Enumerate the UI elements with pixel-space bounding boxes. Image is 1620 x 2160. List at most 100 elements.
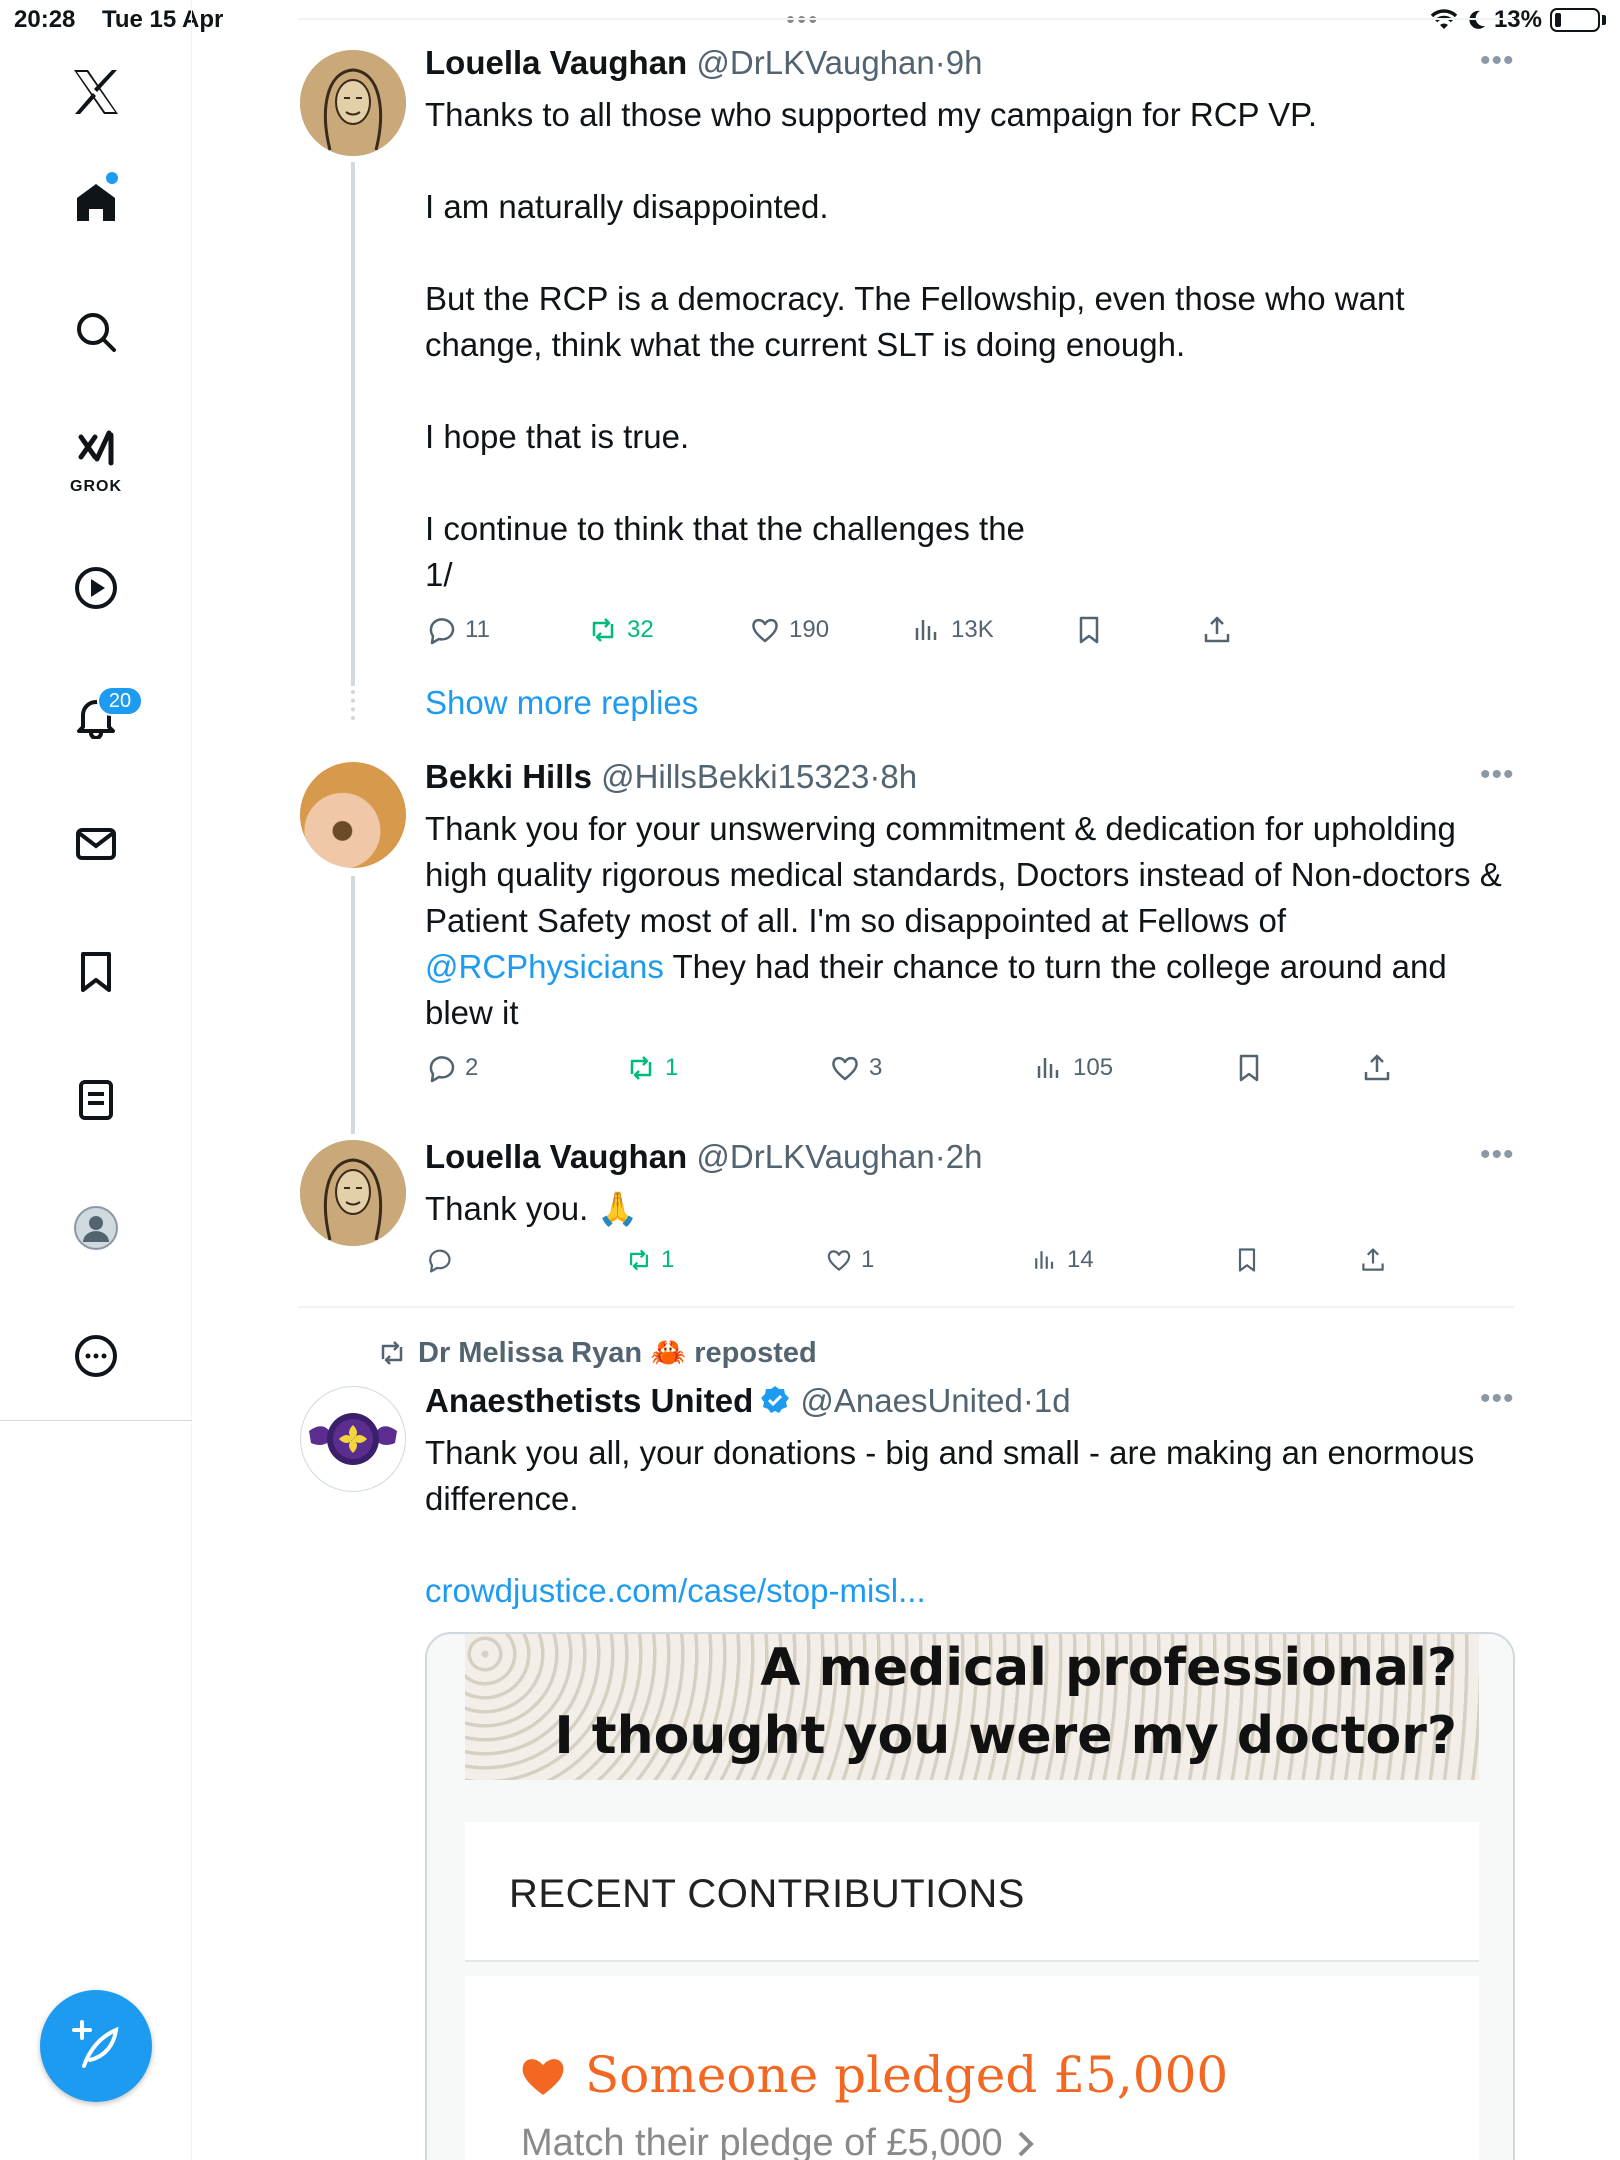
tweet-time[interactable]: 9h [946, 44, 983, 81]
banner-headline-line: A medical professional? [760, 1638, 1457, 1698]
repost-button[interactable]: 32 [587, 614, 654, 646]
thread-connector-dotted [351, 690, 355, 720]
like-button[interactable]: 1 [825, 1246, 874, 1274]
share-button[interactable] [1359, 1246, 1387, 1274]
heart-icon [752, 618, 778, 643]
author-name[interactable]: Louella Vaughan [425, 44, 687, 81]
repost-button[interactable]: 1 [625, 1052, 678, 1084]
author-handle[interactable]: @DrLKVaughan [696, 1138, 934, 1175]
grok-icon[interactable] [66, 420, 126, 480]
repost-icon [630, 1249, 648, 1271]
tweet-text: Thanks to all those who supported my cam… [425, 96, 1405, 593]
verified-badge-icon [761, 1386, 790, 1413]
card-heading: RECENT CONTRIBUTIONS [509, 1872, 1025, 1916]
repost-button[interactable]: 1 [625, 1246, 674, 1274]
like-button[interactable]: 3 [829, 1052, 882, 1084]
external-link[interactable]: crowdjustice.com/case/stop-misl... [425, 1568, 1515, 1614]
battery-icon [1550, 8, 1600, 32]
battery-cap [1602, 15, 1606, 25]
anaesthetists-united-logo [309, 1413, 397, 1465]
tweet-more-button[interactable]: ••• [1480, 1138, 1515, 1172]
lists-icon[interactable] [66, 1070, 126, 1130]
home-unread-dot [106, 172, 118, 184]
views-button[interactable]: 14 [1031, 1246, 1094, 1274]
bookmark-icon [1079, 616, 1099, 644]
like-count: 1 [861, 1246, 875, 1273]
sidebar-nav: GROK 20 [0, 0, 192, 2160]
author-handle[interactable]: @DrLKVaughan [696, 44, 934, 81]
feather-plus-icon [72, 2020, 119, 2068]
author-handle[interactable]: @AnaesUnited [800, 1382, 1022, 1419]
author-handle[interactable]: @HillsBekki15323 [601, 758, 869, 795]
moon-icon [1469, 10, 1485, 29]
notification-count-badge: 20 [97, 686, 143, 716]
repost-icon [381, 1341, 403, 1365]
views-button[interactable]: 13K [911, 614, 994, 646]
sidebar-divider [0, 1420, 192, 1421]
avatar[interactable] [300, 1386, 406, 1492]
tweet-more-button[interactable]: ••• [1480, 44, 1515, 78]
separator-dot: · [934, 44, 946, 81]
tweet-text: Thank you for your unswerving commitment… [425, 806, 1515, 1036]
card-pledge-panel: Someone pledged £5,000 Match their pledg… [465, 1976, 1479, 2160]
tweet-header: Bekki Hills @HillsBekki15323·8h [425, 758, 917, 796]
x-logo-icon[interactable] [66, 62, 126, 122]
link-preview-card[interactable]: A medical professional? I thought you we… [425, 1632, 1515, 2160]
avatar[interactable] [300, 50, 406, 156]
like-button[interactable]: 190 [749, 614, 829, 646]
share-button[interactable] [1201, 614, 1233, 646]
avatar[interactable] [300, 762, 406, 868]
profile-avatar-icon[interactable] [66, 1198, 126, 1258]
heart-icon [832, 1056, 858, 1081]
views-button[interactable]: 105 [1033, 1052, 1113, 1084]
status-bar: 20:28 Tue 15 Apr ••• 13% [0, 0, 1620, 40]
messages-envelope-icon[interactable] [66, 814, 126, 874]
heart-icon [827, 1250, 851, 1271]
tweet-header: Anaesthetists United @AnaesUnited·1d [425, 1382, 1071, 1420]
bookmark-button[interactable] [1233, 1246, 1261, 1274]
views-chart-icon [915, 620, 937, 640]
battery-percent: 13% [1493, 6, 1542, 33]
bookmark-button[interactable] [1073, 614, 1105, 646]
avatar[interactable] [300, 1140, 406, 1246]
mention-link[interactable]: @RCPhysicians [425, 948, 664, 985]
card-banner-image: A medical professional? I thought you we… [465, 1634, 1479, 1780]
grok-label: GROK [70, 478, 122, 495]
tweet-text-part: Thank you for your unswerving commitment… [425, 810, 1511, 939]
repost-attribution[interactable]: Dr Melissa Ryan 🦀 reposted [376, 1336, 817, 1370]
tweet-divider [298, 1306, 1514, 1308]
reply-icon [429, 618, 455, 645]
compose-post-button[interactable] [40, 1990, 152, 2102]
match-pledge-link[interactable]: Match their pledge of £5,000 [521, 2122, 1037, 2160]
match-pledge-text: Match their pledge of £5,000 [521, 2122, 1003, 2160]
author-name[interactable]: Anaesthetists United [425, 1382, 753, 1419]
share-icon [1204, 616, 1230, 643]
bookmark-icon [1238, 1248, 1256, 1272]
more-options-icon[interactable] [66, 1326, 126, 1386]
video-play-icon[interactable] [66, 558, 126, 618]
pledge-line: Someone pledged £5,000 [519, 2046, 1228, 2104]
tweet-header: Louella Vaughan @DrLKVaughan·9h [425, 44, 982, 82]
thread-connector [351, 162, 355, 686]
tweet-more-button[interactable]: ••• [1480, 1382, 1515, 1416]
separator-dot: · [1022, 1382, 1034, 1419]
reply-button[interactable]: 11 [425, 614, 490, 646]
bookmarks-icon[interactable] [66, 942, 126, 1002]
author-name[interactable]: Bekki Hills [425, 758, 592, 795]
heart-icon [522, 2059, 564, 2095]
repost-count: 1 [665, 1054, 679, 1081]
tweet-time[interactable]: 1d [1034, 1382, 1071, 1419]
show-more-replies-link[interactable]: Show more replies [425, 684, 698, 722]
reply-button[interactable]: 2 [425, 1052, 478, 1084]
author-name[interactable]: Louella Vaughan [425, 1138, 687, 1175]
tweet-time[interactable]: 2h [946, 1138, 983, 1175]
search-icon[interactable] [66, 302, 126, 362]
share-button[interactable] [1361, 1052, 1393, 1084]
reply-icon [429, 1056, 455, 1083]
tweet-time[interactable]: 8h [880, 758, 917, 795]
bookmark-button[interactable] [1233, 1052, 1265, 1084]
like-count: 3 [869, 1054, 883, 1081]
reply-button[interactable] [425, 1246, 453, 1274]
tweet-header: Louella Vaughan @DrLKVaughan·2h [425, 1138, 982, 1176]
tweet-more-button[interactable]: ••• [1480, 758, 1515, 792]
